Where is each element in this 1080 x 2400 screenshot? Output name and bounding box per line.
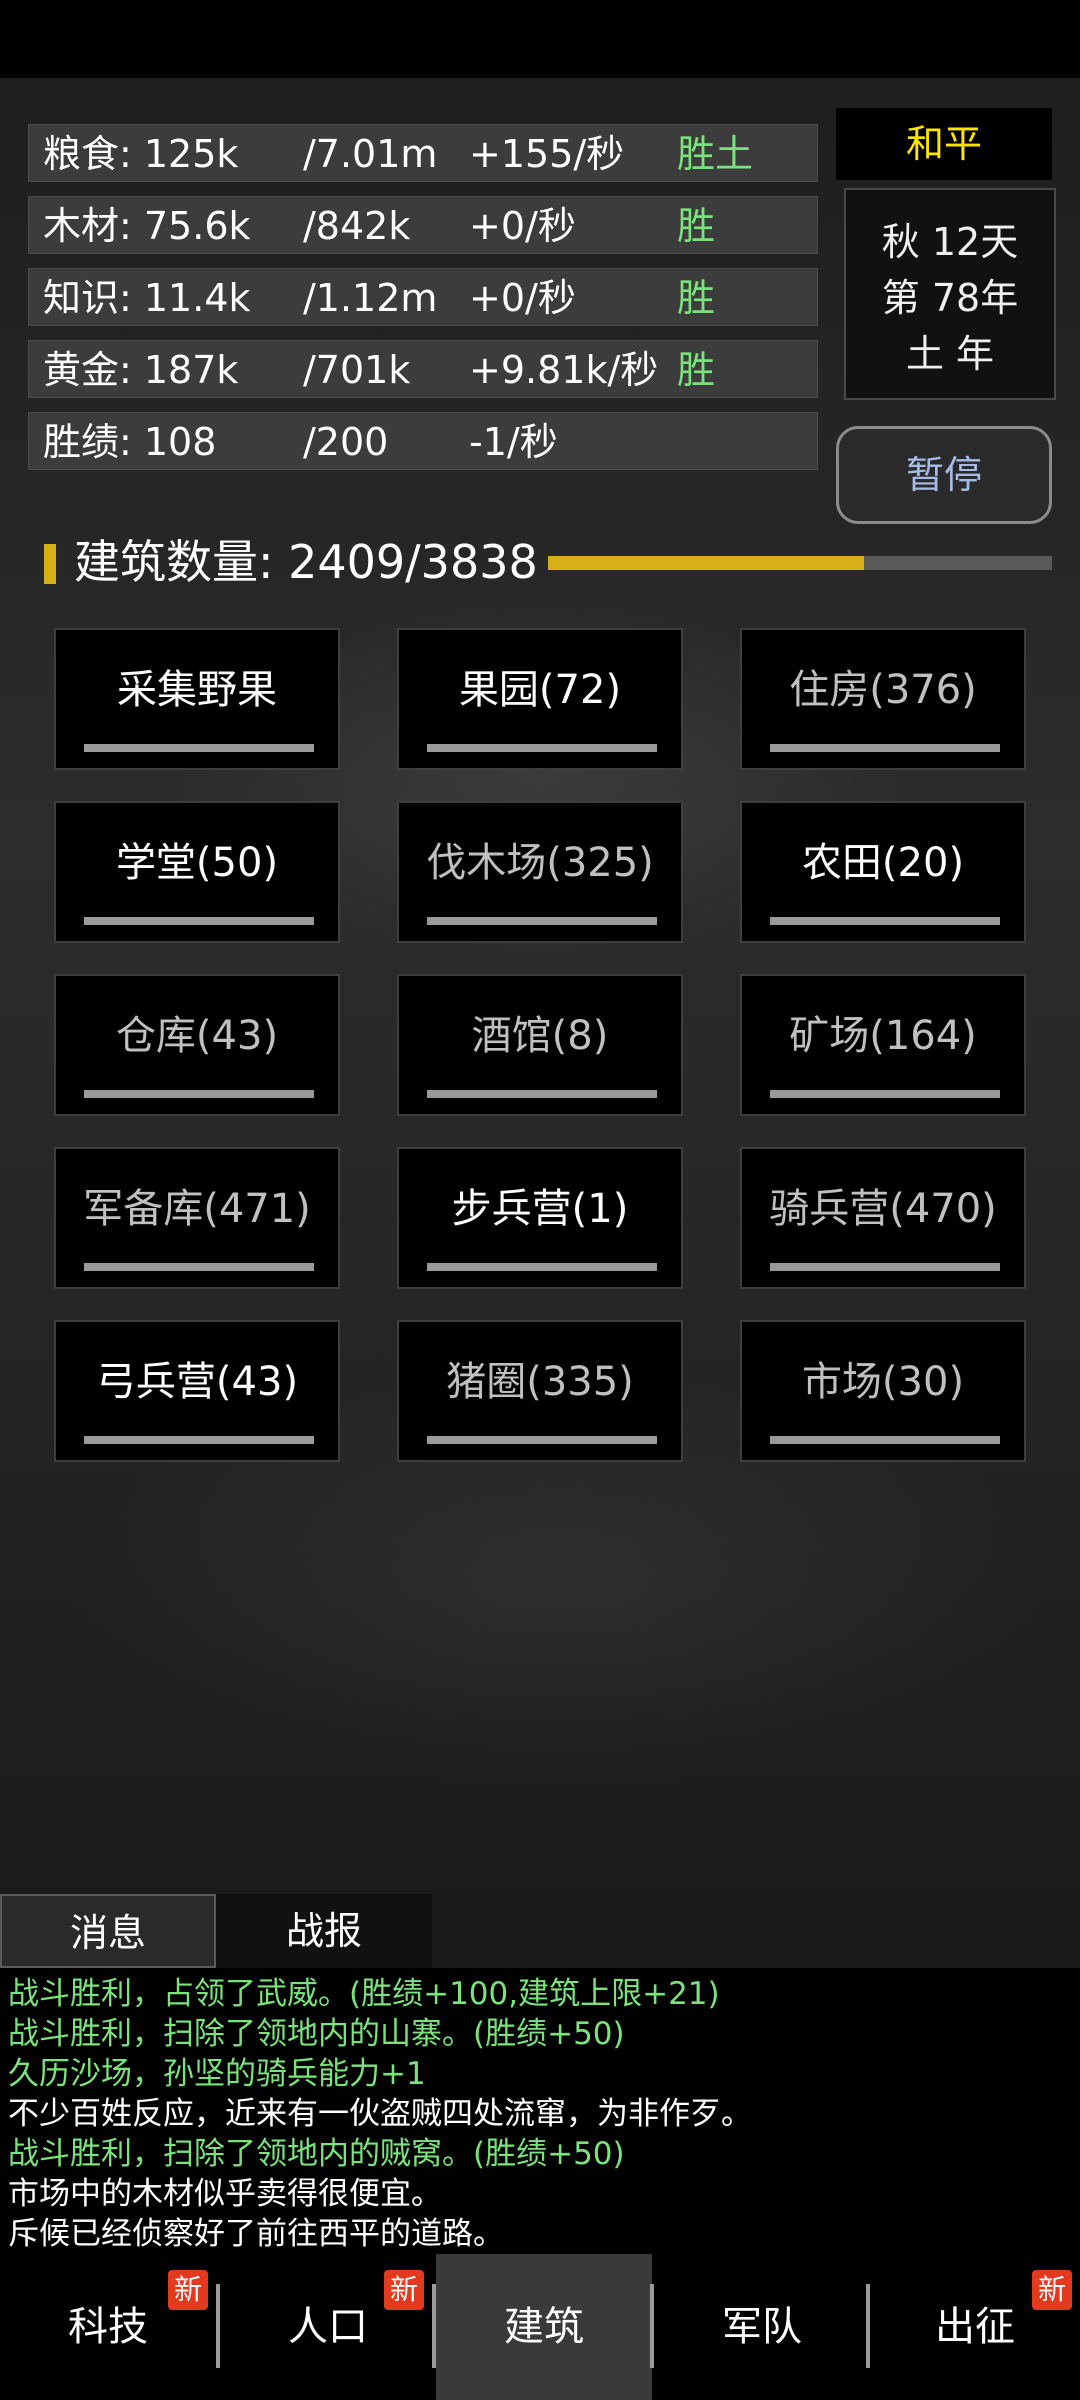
resource-rate: +155/秒 — [469, 132, 625, 176]
resource-row-victory: 胜绩: 108 /200 -1/秒 — [28, 412, 818, 470]
building-label: 酒馆(8) — [471, 1013, 609, 1059]
new-badge: 新 — [384, 2270, 424, 2310]
tab-messages[interactable]: 消息 — [0, 1894, 216, 1968]
nav-buildings[interactable]: 建筑 — [436, 2254, 652, 2400]
building-label: 伐木场(325) — [426, 840, 654, 886]
nav-army[interactable]: 军队 — [654, 2254, 870, 2400]
resource-row-gold: 黄金: 187k /701k +9.81k/秒 胜 — [28, 340, 818, 398]
peace-status: 和平 — [836, 108, 1052, 180]
log-line: 不少百姓反应，近来有一伙盗贼四处流窜，为非作歹。 — [8, 2096, 752, 2132]
building-label: 仓库(43) — [115, 1013, 279, 1059]
resource-name: 黄金: 187k — [43, 348, 239, 392]
building-label: 农田(20) — [801, 840, 965, 886]
building-cavalry-camp[interactable]: 骑兵营(470) — [740, 1147, 1026, 1289]
log-line: 市场中的木材似乎卖得很便宜。 — [8, 2176, 442, 2212]
resource-row-knowledge: 知识: 11.4k /1.12m +0/秒 胜 — [28, 268, 818, 326]
building-orchard[interactable]: 果园(72) — [397, 628, 683, 770]
season-day: 秋 12天 — [881, 220, 1019, 264]
building-progress — [427, 744, 657, 752]
building-housing[interactable]: 住房(376) — [740, 628, 1026, 770]
resource-tag: 胜土 — [677, 132, 754, 176]
resource-rate: +0/秒 — [469, 204, 576, 248]
resource-tag: 胜 — [677, 276, 716, 320]
section-marker — [44, 544, 56, 584]
building-count-bar — [548, 556, 1052, 570]
building-progress — [427, 917, 657, 925]
building-progress — [770, 1263, 1000, 1271]
new-badge: 新 — [168, 2270, 208, 2310]
resource-name: 知识: 11.4k — [43, 276, 251, 320]
building-progress — [84, 1263, 314, 1271]
year-number: 第 78年 — [881, 276, 1019, 320]
pause-button[interactable]: 暂停 — [836, 426, 1052, 524]
building-progress — [770, 1436, 1000, 1444]
building-warehouse[interactable]: 仓库(43) — [54, 974, 340, 1116]
building-archer-camp[interactable]: 弓兵营(43) — [54, 1320, 340, 1462]
building-gather-fruit[interactable]: 采集野果 — [54, 628, 340, 770]
resource-cap: /701k — [303, 348, 411, 392]
resource-rate: +9.81k/秒 — [469, 348, 659, 392]
building-school[interactable]: 学堂(50) — [54, 801, 340, 943]
building-label: 采集野果 — [117, 667, 277, 713]
resource-rate: +0/秒 — [469, 276, 576, 320]
resource-row-food: 粮食: 125k /7.01m +155/秒 胜土 — [28, 124, 818, 182]
log-line: 战斗胜利，占领了武威。(胜绩+100,建筑上限+21) — [8, 1976, 720, 2012]
building-farmland[interactable]: 农田(20) — [740, 801, 1026, 943]
building-progress — [84, 1436, 314, 1444]
year-type: 土 年 — [905, 332, 995, 376]
building-tavern[interactable]: 酒馆(8) — [397, 974, 683, 1116]
building-label: 学堂(50) — [115, 840, 279, 886]
building-label: 弓兵营(43) — [95, 1359, 299, 1405]
tab-battle-report[interactable]: 战报 — [216, 1894, 432, 1968]
building-lumber-yard[interactable]: 伐木场(325) — [397, 801, 683, 943]
building-label: 果园(72) — [458, 667, 622, 713]
building-label: 军备库(471) — [83, 1186, 311, 1232]
building-label: 住房(376) — [789, 667, 977, 713]
resource-rate: -1/秒 — [469, 420, 558, 464]
bottom-nav: 科技 新 人口 新 建筑 军队 出征 新 — [0, 2254, 1080, 2400]
resource-tag: 胜 — [677, 204, 716, 248]
building-progress — [427, 1263, 657, 1271]
building-progress — [84, 1090, 314, 1098]
resource-name: 粮食: 125k — [43, 132, 239, 176]
building-market[interactable]: 市场(30) — [740, 1320, 1026, 1462]
building-label: 猪圈(335) — [446, 1359, 634, 1405]
building-count-label: 建筑数量: 2409/3838 — [74, 535, 538, 589]
resource-name: 木材: 75.6k — [43, 204, 251, 248]
building-label: 矿场(164) — [789, 1013, 977, 1059]
resource-tag: 胜 — [677, 348, 716, 392]
log-line: 斥候已经侦察好了前往西平的道路。 — [8, 2216, 504, 2252]
building-label: 步兵营(1) — [451, 1186, 629, 1232]
resource-cap: /842k — [303, 204, 411, 248]
building-mine[interactable]: 矿场(164) — [740, 974, 1026, 1116]
building-label: 市场(30) — [801, 1359, 965, 1405]
building-count-fill — [548, 556, 865, 570]
log-line: 战斗胜利，扫除了领地内的山寨。(胜绩+50) — [8, 2016, 625, 2052]
building-progress — [770, 917, 1000, 925]
resource-cap: /200 — [303, 420, 389, 464]
building-progress — [84, 744, 314, 752]
message-log: 战斗胜利，占领了武威。(胜绩+100,建筑上限+21) 战斗胜利，扫除了领地内的… — [0, 1968, 1080, 2254]
building-pigsty[interactable]: 猪圈(335) — [397, 1320, 683, 1462]
log-line: 久历沙场，孙坚的骑兵能力+1 — [8, 2056, 426, 2092]
system-status-bar — [0, 0, 1080, 78]
resource-cap: /7.01m — [303, 132, 438, 176]
new-badge: 新 — [1032, 2270, 1072, 2310]
resource-row-wood: 木材: 75.6k /842k +0/秒 胜 — [28, 196, 818, 254]
building-progress — [770, 1090, 1000, 1098]
building-progress — [84, 917, 314, 925]
building-progress — [427, 1436, 657, 1444]
building-infantry-camp[interactable]: 步兵营(1) — [397, 1147, 683, 1289]
date-panel: 秋 12天 第 78年 土 年 — [844, 188, 1056, 400]
building-armory[interactable]: 军备库(471) — [54, 1147, 340, 1289]
resource-name: 胜绩: 108 — [43, 420, 217, 464]
log-line: 战斗胜利，扫除了领地内的贼窝。(胜绩+50) — [8, 2136, 625, 2172]
resource-cap: /1.12m — [303, 276, 438, 320]
building-progress — [770, 744, 1000, 752]
building-progress — [427, 1090, 657, 1098]
building-label: 骑兵营(470) — [769, 1186, 997, 1232]
